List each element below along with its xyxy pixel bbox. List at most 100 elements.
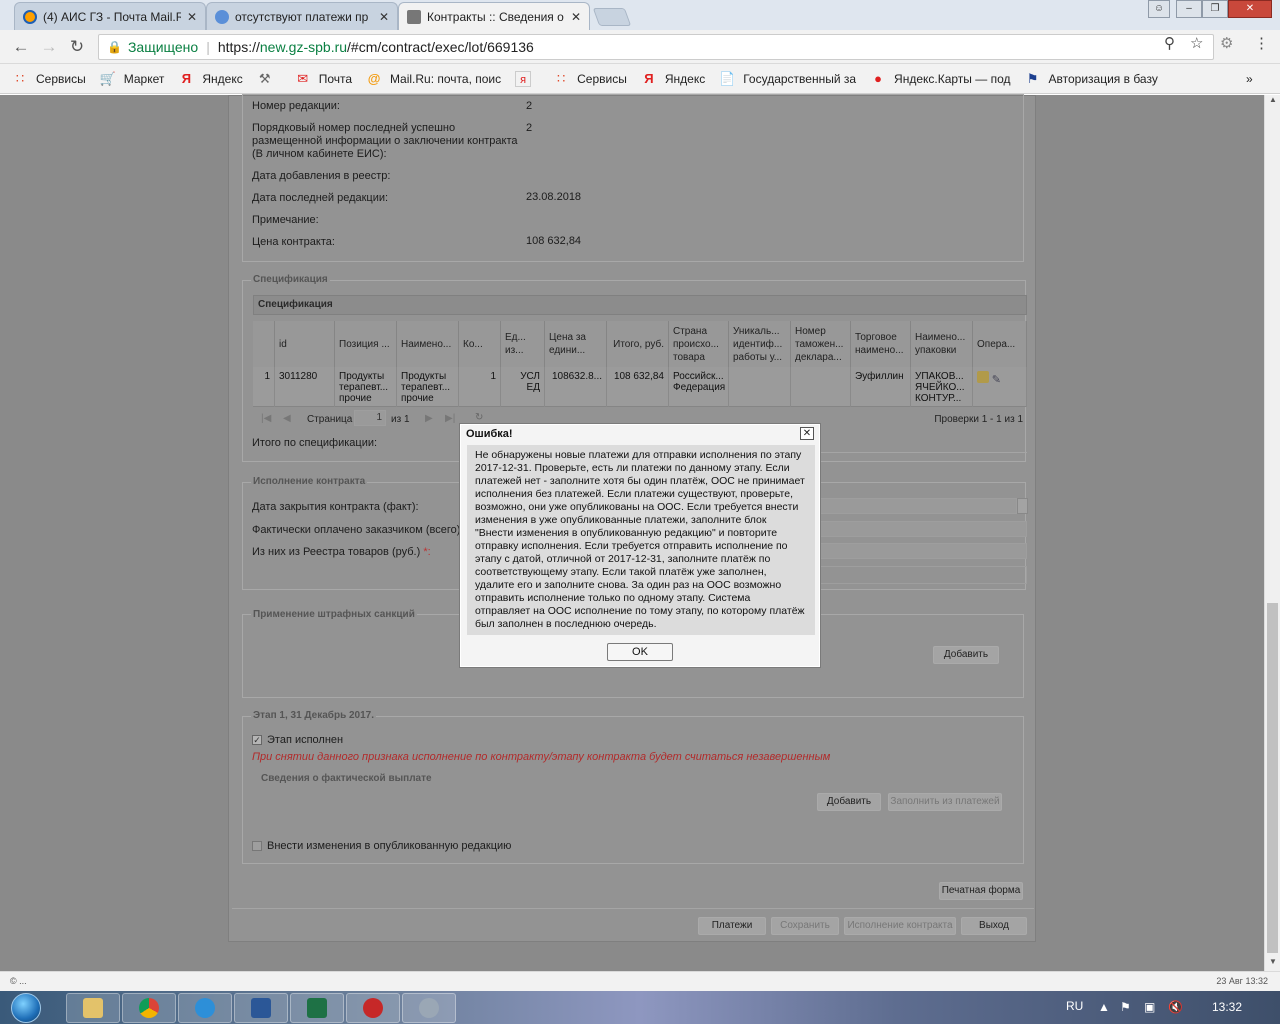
bookmarks-more-button[interactable]: » bbox=[1246, 72, 1253, 86]
bookmark-yandex-2[interactable]: Я Яндекс bbox=[641, 71, 705, 87]
tab-mail[interactable]: (4) АИС ГЗ - Почта Mail.R ✕ bbox=[14, 2, 206, 30]
spec-legend: Спецификация bbox=[251, 274, 330, 285]
grid-header[interactable]: Ко... bbox=[459, 321, 501, 367]
tab-label: Контракты :: Сведения о bbox=[427, 9, 564, 24]
tray-arrow-icon[interactable]: ▲ bbox=[1098, 1000, 1110, 1014]
grid-header[interactable]: Страна происхо... товара bbox=[669, 321, 729, 367]
amend-checkbox[interactable] bbox=[252, 841, 262, 851]
search-icon[interactable]: ⚲ bbox=[1164, 34, 1175, 52]
execute-contract-button[interactable]: Исполнение контракта bbox=[844, 917, 956, 935]
flag-icon[interactable]: ⚑ bbox=[1120, 1000, 1131, 1014]
cell-qty: 1 bbox=[459, 367, 501, 407]
grid-header[interactable]: Ед... из... bbox=[501, 321, 545, 367]
volume-muted-icon[interactable]: 🔇 bbox=[1168, 1000, 1183, 1014]
bookmark-services-2[interactable]: ∷ Сервисы bbox=[553, 71, 627, 87]
menu-icon[interactable]: ⋮ bbox=[1254, 34, 1269, 52]
grid-header[interactable]: Итого, руб. bbox=[607, 321, 669, 367]
fill-from-payments-button[interactable]: Заполнить из платежей bbox=[888, 793, 1002, 811]
bookmark-gov[interactable]: 📄 Государственный за bbox=[719, 71, 856, 87]
payments-button[interactable]: Платежи bbox=[698, 917, 766, 935]
grid-header[interactable]: Позиция ... bbox=[335, 321, 397, 367]
bookmark-services[interactable]: ∷ Сервисы bbox=[12, 71, 86, 87]
bookmark-market[interactable]: 🛒 Маркет bbox=[100, 71, 165, 87]
view-document-icon[interactable] bbox=[977, 371, 989, 383]
grid-header[interactable]: Наимено... bbox=[397, 321, 459, 367]
pager-next-icon[interactable]: ▶ bbox=[425, 413, 433, 424]
tab-contracts[interactable]: Контракты :: Сведения о ✕ bbox=[398, 2, 590, 30]
extension-icon[interactable]: ⚙ bbox=[1220, 34, 1233, 52]
grid-header[interactable]: Наимено... упаковки bbox=[911, 321, 973, 367]
exit-button[interactable]: Выход bbox=[961, 917, 1027, 935]
dialog-title: Ошибка! bbox=[466, 428, 513, 440]
bookmark-mail[interactable]: ✉ Почта bbox=[295, 71, 352, 87]
grid-header[interactable]: Торговое наимено... bbox=[851, 321, 911, 367]
minimize-button[interactable]: – bbox=[1176, 0, 1202, 18]
save-button[interactable]: Сохранить bbox=[771, 917, 839, 935]
registry-input[interactable] bbox=[817, 543, 1027, 559]
dialog-close-icon[interactable]: ✕ bbox=[800, 427, 814, 440]
grid-header[interactable]: Уникаль... идентиф... работы у... bbox=[729, 321, 791, 367]
spec-grid: Спецификация id Позиция ... Наимено... К… bbox=[253, 295, 1027, 426]
back-arrow-icon[interactable]: ← bbox=[10, 36, 32, 58]
date-added-label: Дата добавления в реестр: bbox=[252, 170, 391, 182]
profile-icon[interactable]: ☺ bbox=[1148, 0, 1170, 18]
tab-search[interactable]: отсутствуют платежи пр ✕ bbox=[206, 2, 398, 30]
forward-arrow-icon[interactable]: → bbox=[38, 36, 60, 58]
bookmark-auth[interactable]: ⚑ Авторизация в базу bbox=[1025, 71, 1158, 87]
bookmark-star-icon[interactable]: ☆ bbox=[1190, 34, 1203, 52]
grid-header[interactable]: Опера... bbox=[973, 321, 1027, 367]
taskbar-excel[interactable] bbox=[290, 993, 344, 1023]
pager-first-icon[interactable]: |◀ bbox=[261, 413, 271, 424]
edit-pencil-icon[interactable]: ✎ bbox=[992, 375, 1001, 386]
close-tab-icon[interactable]: ✕ bbox=[379, 10, 389, 24]
cell-trade-name: Эуфиллин bbox=[851, 367, 911, 407]
grid-header[interactable]: Цена за едини... bbox=[545, 321, 607, 367]
close-tab-icon[interactable]: ✕ bbox=[571, 10, 581, 24]
scroll-down-icon[interactable]: ▼ bbox=[1265, 957, 1280, 971]
new-tab-button[interactable] bbox=[592, 8, 632, 26]
start-button[interactable] bbox=[6, 991, 46, 1024]
pager-page-input[interactable]: 1 bbox=[354, 410, 386, 426]
row-number: 1 bbox=[253, 367, 275, 407]
cell-operations: ✎ bbox=[973, 367, 1027, 407]
pager-prev-icon[interactable]: ◀ bbox=[283, 413, 291, 424]
scroll-thumb[interactable] bbox=[1267, 603, 1278, 953]
bookmark-yandex[interactable]: Я Яндекс bbox=[178, 71, 243, 87]
add-penalty-button[interactable]: Добавить bbox=[933, 646, 999, 664]
stage-done-checkbox[interactable]: ✓ bbox=[252, 735, 262, 745]
grid-header[interactable]: id bbox=[275, 321, 335, 367]
add-payment-button[interactable]: Добавить bbox=[817, 793, 881, 811]
bookmark-tool[interactable]: ⚒ bbox=[257, 71, 281, 87]
clock-time[interactable]: 13:32 bbox=[1212, 1000, 1242, 1014]
pager-last-icon[interactable]: ▶| bbox=[445, 413, 455, 424]
bookmark-label: Авторизация в базу bbox=[1048, 71, 1158, 86]
taskbar-explorer[interactable] bbox=[66, 993, 120, 1023]
close-date-input[interactable] bbox=[817, 498, 1017, 514]
bookmark-label: Яндекс bbox=[664, 71, 706, 86]
restore-button[interactable]: ❐ bbox=[1202, 0, 1228, 18]
registry-extra-box bbox=[817, 566, 1027, 584]
status-datetime: 23 Авг 13:32 bbox=[1216, 976, 1268, 986]
print-form-button[interactable]: Печатная форма bbox=[939, 882, 1023, 900]
page-scrollbar[interactable]: ▲ ▼ bbox=[1264, 95, 1280, 971]
bookmark-mailru[interactable]: @ Mail.Ru: почта, поис bbox=[366, 71, 501, 87]
close-window-button[interactable]: ✕ bbox=[1228, 0, 1272, 18]
grid-header[interactable]: Номер таможен... деклара... bbox=[791, 321, 851, 367]
taskbar-chrome[interactable] bbox=[122, 993, 176, 1023]
taskbar-app-red[interactable] bbox=[346, 993, 400, 1023]
taskbar-ie[interactable] bbox=[178, 993, 232, 1023]
taskbar-app-gray[interactable] bbox=[402, 993, 456, 1023]
url-input[interactable]: 🔒 Защищено | https://new.gz-spb.ru/#cm/c… bbox=[98, 34, 1214, 60]
language-indicator[interactable]: RU bbox=[1066, 999, 1083, 1013]
bookmark-yandex-square[interactable]: я bbox=[515, 70, 539, 87]
taskbar-word[interactable] bbox=[234, 993, 288, 1023]
ok-button[interactable]: OK bbox=[607, 643, 673, 661]
calendar-icon[interactable] bbox=[1017, 498, 1028, 514]
reload-icon[interactable]: ↻ bbox=[66, 36, 88, 58]
scroll-up-icon[interactable]: ▲ bbox=[1265, 95, 1280, 109]
network-icon[interactable]: ▣ bbox=[1144, 1000, 1155, 1014]
paid-input[interactable] bbox=[817, 521, 1027, 537]
bookmark-maps[interactable]: ● Яндекс.Карты — под bbox=[870, 71, 1010, 87]
close-tab-icon[interactable]: ✕ bbox=[187, 10, 197, 24]
refresh-icon[interactable]: ↻ bbox=[475, 412, 483, 423]
